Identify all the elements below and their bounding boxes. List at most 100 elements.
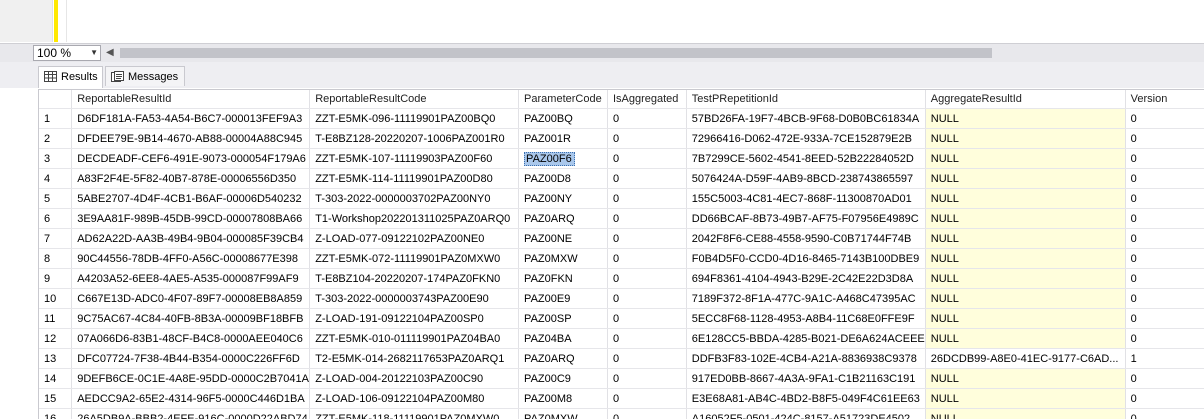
grid-cell[interactable]: T-303-2022-0000003702PAZ00NY0: [310, 189, 519, 209]
grid-cell[interactable]: 0: [607, 269, 686, 289]
query-editor[interactable]: [0, 0, 1204, 42]
grid-cell[interactable]: 694F8361-4104-4943-B29E-2C42E22D3D8A: [686, 269, 925, 289]
grid-cell[interactable]: ZZT-E5MK-072-11119901PAZ0MXW0: [310, 249, 519, 269]
column-header[interactable]: TestPRepetitionId: [686, 90, 925, 109]
grid-cell[interactable]: 26DCDB99-A8E0-41EC-9177-C6AD...: [925, 349, 1125, 369]
tab-results[interactable]: Results: [38, 66, 103, 88]
table-row[interactable]: 9A4203A52-6EE8-4AE5-A535-000087F99AF9T-E…: [39, 269, 1204, 289]
table-row[interactable]: 63E9AA81F-989B-45DB-99CD-00007808BA66T1-…: [39, 209, 1204, 229]
results-grid[interactable]: ReportableResultIdReportableResultCodePa…: [38, 89, 1204, 419]
grid-cell[interactable]: 7189F372-8F1A-477C-9A1C-A468C47395AC: [686, 289, 925, 309]
grid-cell[interactable]: NULL: [925, 389, 1125, 409]
table-row[interactable]: 55ABE2707-4D4F-4CB1-B6AF-00006D540232T-3…: [39, 189, 1204, 209]
column-header[interactable]: ParameterCode: [519, 90, 608, 109]
grid-cell[interactable]: NULL: [925, 129, 1125, 149]
column-header[interactable]: AggregateResultId: [925, 90, 1125, 109]
table-row[interactable]: 1207A066D6-83B1-48CF-B4C8-0000AEE040C6ZZ…: [39, 329, 1204, 349]
grid-cell[interactable]: NULL: [925, 369, 1125, 389]
grid-cell[interactable]: PAZ04BA: [519, 329, 608, 349]
grid-cell[interactable]: 0: [607, 249, 686, 269]
row-number[interactable]: 5: [39, 189, 72, 209]
grid-cell[interactable]: DFDEE79E-9B14-4670-AB88-00004A88C945: [72, 129, 310, 149]
grid-cell[interactable]: PAZ00D8: [519, 169, 608, 189]
tab-messages[interactable]: Messages: [105, 66, 185, 86]
grid-cell[interactable]: NULL: [925, 249, 1125, 269]
grid-cell[interactable]: 0: [1125, 289, 1204, 309]
grid-cell[interactable]: 2042F8F6-CE88-4558-9590-C0B71744F74B: [686, 229, 925, 249]
row-number[interactable]: 4: [39, 169, 72, 189]
grid-cell[interactable]: NULL: [925, 329, 1125, 349]
grid-cell[interactable]: NULL: [925, 189, 1125, 209]
grid-cell[interactable]: DD66BCAF-8B73-49B7-AF75-F07956E4989C: [686, 209, 925, 229]
grid-cell[interactable]: DECDEADF-CEF6-491E-9073-000054F179A6: [72, 149, 310, 169]
grid-cell[interactable]: PAZ00NE: [519, 229, 608, 249]
grid-cell[interactable]: 0: [607, 409, 686, 419]
grid-cell[interactable]: 917ED0BB-8667-4A3A-9FA1-C1B21163C191: [686, 369, 925, 389]
grid-cell[interactable]: 0: [607, 329, 686, 349]
grid-cell[interactable]: PAZ00M8: [519, 389, 608, 409]
grid-cell[interactable]: 0: [1125, 329, 1204, 349]
table-row[interactable]: 1D6DF181A-FA53-4A54-B6C7-000013FEF9A3ZZT…: [39, 109, 1204, 129]
table-row[interactable]: 890C44556-78DB-4FF0-A56C-00008677E398ZZT…: [39, 249, 1204, 269]
row-number[interactable]: 8: [39, 249, 72, 269]
row-number[interactable]: 13: [39, 349, 72, 369]
grid-cell[interactable]: NULL: [925, 309, 1125, 329]
grid-cell[interactable]: 0: [607, 309, 686, 329]
grid-cell[interactable]: 0: [1125, 209, 1204, 229]
grid-cell[interactable]: F0B4D5F0-CCD0-4D16-8465-7143B100DBE9: [686, 249, 925, 269]
grid-cell[interactable]: T-E8BZ104-20220207-174PAZ0FKN0: [310, 269, 519, 289]
grid-cell[interactable]: 0: [607, 289, 686, 309]
grid-cell[interactable]: ZZT-E5MK-118-11119901PAZ0MXW0: [310, 409, 519, 419]
row-number-header[interactable]: [39, 90, 72, 109]
grid-cell[interactable]: NULL: [925, 269, 1125, 289]
grid-cell[interactable]: A4203A52-6EE8-4AE5-A535-000087F99AF9: [72, 269, 310, 289]
grid-cell[interactable]: PAZ00SP: [519, 309, 608, 329]
column-header[interactable]: ReportableResultCode: [310, 90, 519, 109]
grid-cell[interactable]: PAZ0ARQ: [519, 349, 608, 369]
grid-cell[interactable]: 9C75AC67-4C84-40FB-8B3A-00009BF18BFB: [72, 309, 310, 329]
grid-cell[interactable]: 0: [1125, 229, 1204, 249]
grid-cell[interactable]: 155C5003-4C81-4EC7-868F-11300870AD01: [686, 189, 925, 209]
grid-cell[interactable]: NULL: [925, 109, 1125, 129]
grid-cell[interactable]: 3E9AA81F-989B-45DB-99CD-00007808BA66: [72, 209, 310, 229]
grid-cell[interactable]: T2-E5MK-014-2682117653PAZ0ARQ1: [310, 349, 519, 369]
row-number[interactable]: 3: [39, 149, 72, 169]
grid-cell[interactable]: A16052F5-0501-424C-8157-A51723DE4502: [686, 409, 925, 419]
grid-cell[interactable]: 5ABE2707-4D4F-4CB1-B6AF-00006D540232: [72, 189, 310, 209]
grid-cell[interactable]: NULL: [925, 149, 1125, 169]
grid-cell[interactable]: 0: [1125, 249, 1204, 269]
grid-cell[interactable]: Z-LOAD-004-20122103PAZ00C90: [310, 369, 519, 389]
grid-cell[interactable]: 0: [1125, 189, 1204, 209]
grid-cell[interactable]: 1: [1125, 349, 1204, 369]
grid-cell[interactable]: 0: [1125, 169, 1204, 189]
scroll-left-icon[interactable]: ◀: [106, 46, 114, 60]
grid-cell[interactable]: 0: [1125, 409, 1204, 419]
table-row[interactable]: 3DECDEADF-CEF6-491E-9073-000054F179A6ZZT…: [39, 149, 1204, 169]
grid-cell[interactable]: ZZT-E5MK-096-11119901PAZ00BQ0: [310, 109, 519, 129]
row-number[interactable]: 6: [39, 209, 72, 229]
grid-cell[interactable]: 5ECC8F68-1128-4953-A8B4-11C68E0FFE9F: [686, 309, 925, 329]
grid-cell[interactable]: A83F2F4E-5F82-40B7-878E-00006556D350: [72, 169, 310, 189]
grid-cell[interactable]: 0: [1125, 309, 1204, 329]
grid-cell[interactable]: 0: [607, 149, 686, 169]
grid-cell[interactable]: 90C44556-78DB-4FF0-A56C-00008677E398: [72, 249, 310, 269]
row-number[interactable]: 14: [39, 369, 72, 389]
grid-cell[interactable]: 0: [607, 389, 686, 409]
grid-cell[interactable]: NULL: [925, 289, 1125, 309]
table-row[interactable]: 15AEDCC9A2-65E2-4314-96F5-0000C446D1BAZ-…: [39, 389, 1204, 409]
grid-cell[interactable]: 0: [607, 229, 686, 249]
grid-cell[interactable]: NULL: [925, 229, 1125, 249]
grid-cell[interactable]: PAZ00C9: [519, 369, 608, 389]
grid-cell[interactable]: Z-LOAD-077-09122102PAZ00NE0: [310, 229, 519, 249]
grid-cell[interactable]: 0: [607, 209, 686, 229]
grid-cell[interactable]: NULL: [925, 209, 1125, 229]
row-number[interactable]: 1: [39, 109, 72, 129]
grid-cell[interactable]: PAZ0MXW: [519, 249, 608, 269]
horizontal-scrollbar-thumb[interactable]: [120, 48, 992, 58]
row-number[interactable]: 15: [39, 389, 72, 409]
grid-cell[interactable]: NULL: [925, 169, 1125, 189]
table-row[interactable]: 13DFC07724-7F38-4B44-B354-0000C226FF6DT2…: [39, 349, 1204, 369]
grid-cell[interactable]: 72966416-D062-472E-933A-7CE152879E2B: [686, 129, 925, 149]
row-number[interactable]: 7: [39, 229, 72, 249]
grid-cell[interactable]: 07A066D6-83B1-48CF-B4C8-0000AEE040C6: [72, 329, 310, 349]
